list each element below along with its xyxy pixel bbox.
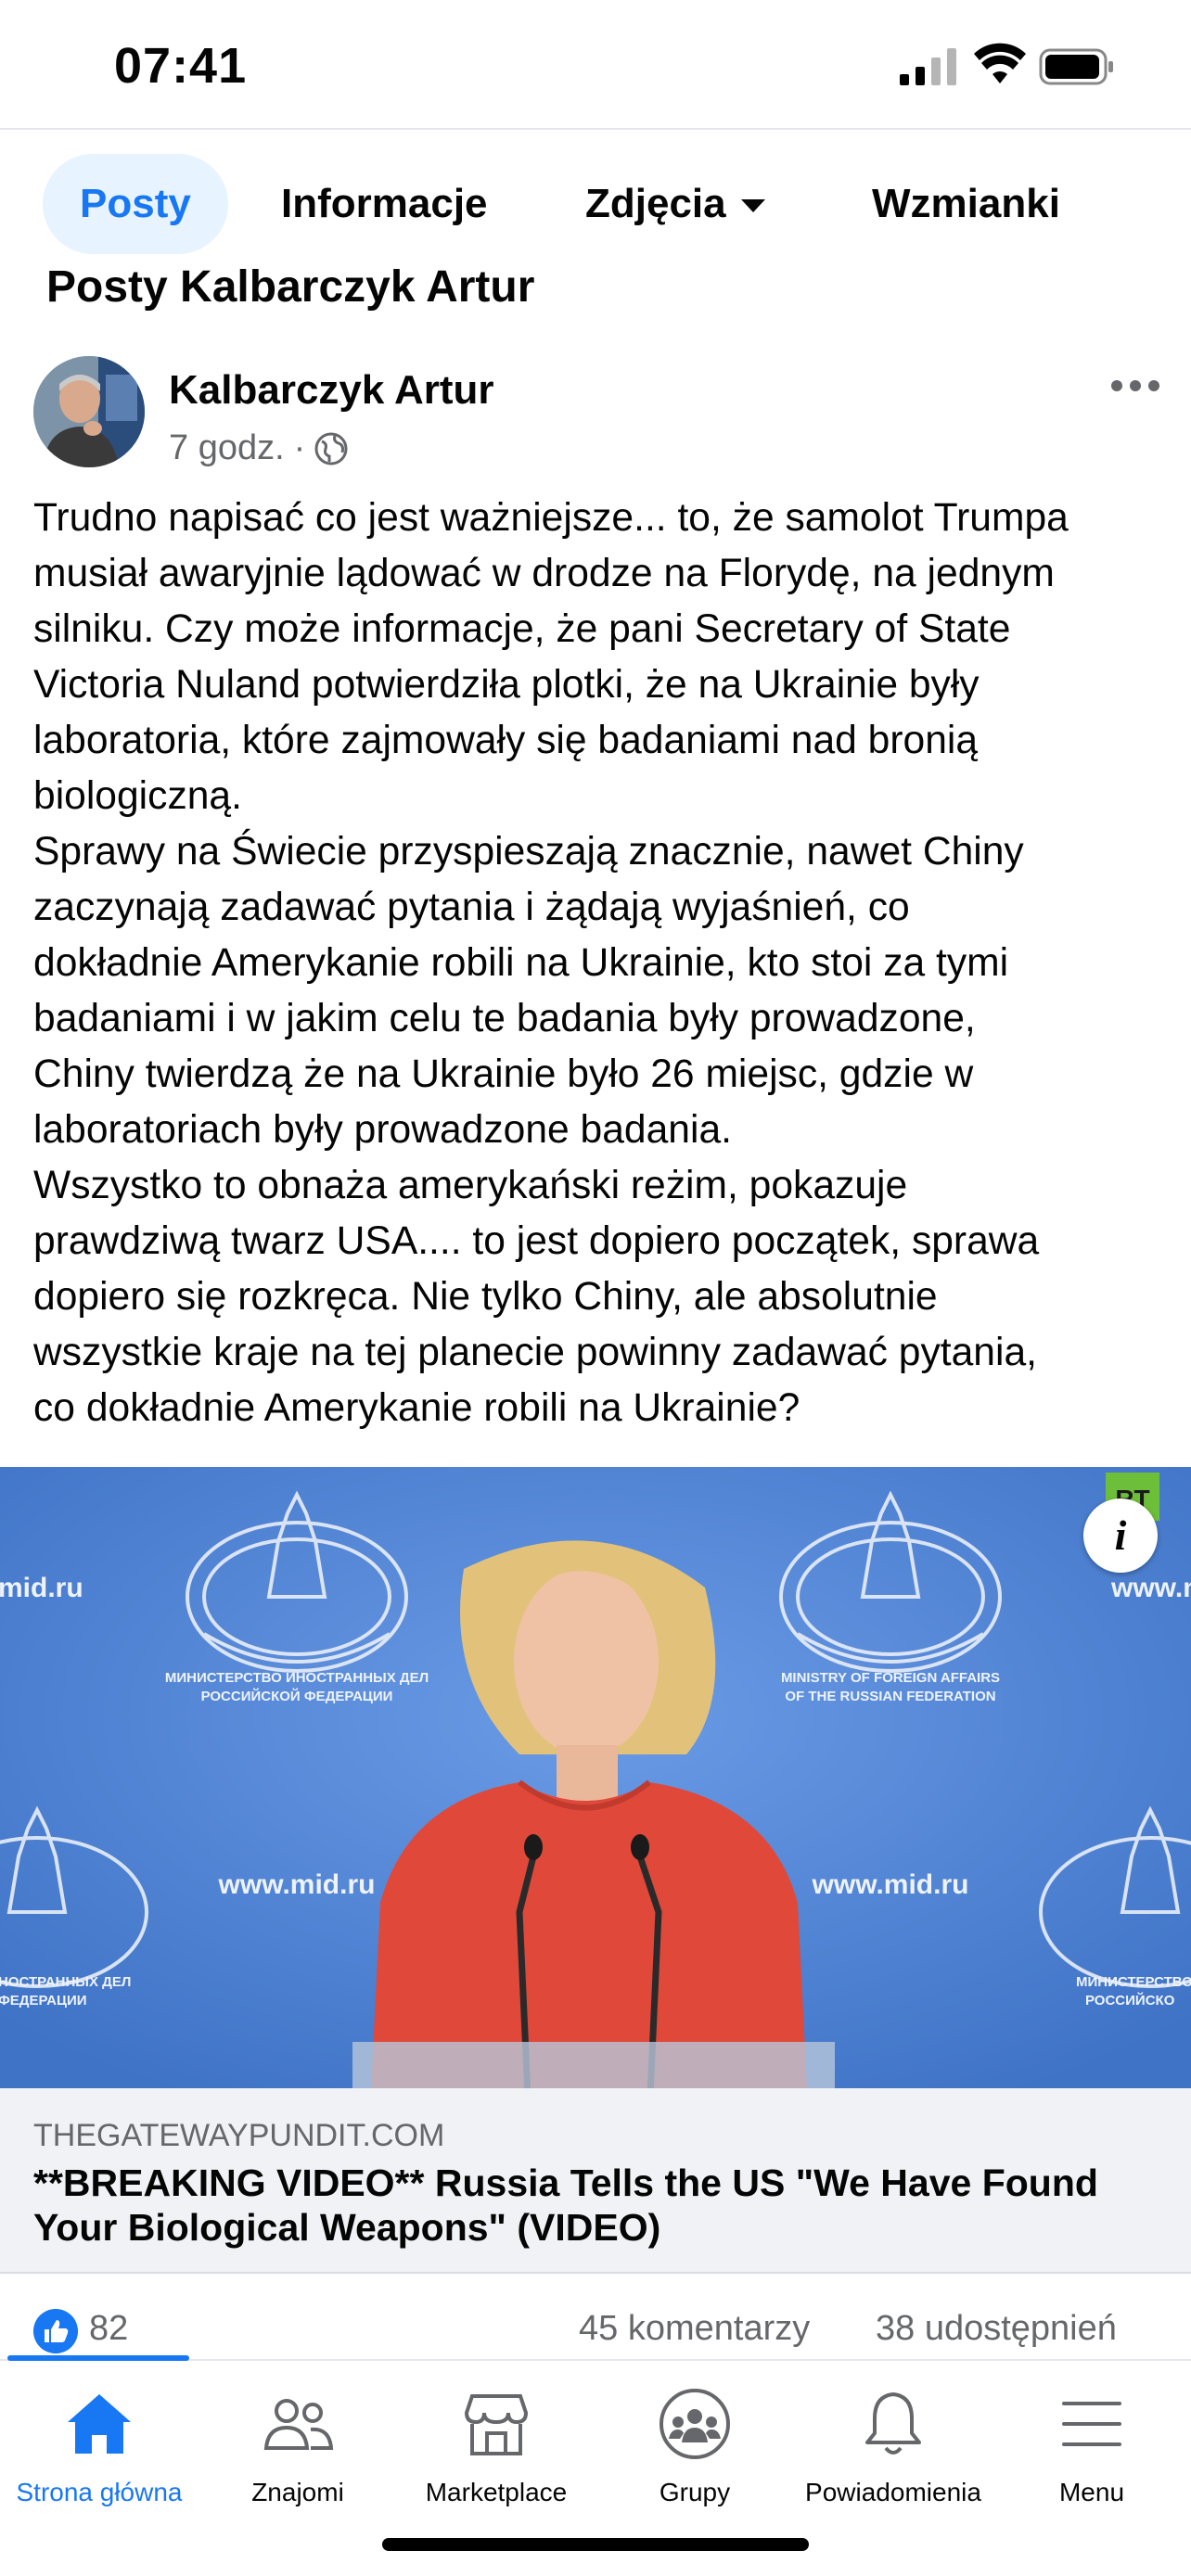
tab-label: Informacje [281, 181, 488, 226]
post-meta: 7 godz. · [169, 428, 348, 468]
nav-label: Marketplace [425, 2478, 568, 2506]
info-button[interactable]: i [1083, 1498, 1158, 1573]
post-author[interactable]: Kalbarczyk Artur [169, 367, 494, 414]
wifi-icon [974, 43, 1026, 83]
more-options-icon[interactable] [1109, 369, 1161, 402]
watermark-text: www.m [1110, 1573, 1191, 1603]
active-tab-indicator [7, 2355, 189, 2361]
ministry-text: РОССИЙСКОЙ ФЕДЕРАЦИИ [201, 1688, 393, 1704]
link-title[interactable]: **BREAKING VIDEO** Russia Tells the US "… [33, 2161, 1165, 2250]
nav-label: Strona główna [16, 2478, 183, 2506]
menu-icon [1062, 2402, 1121, 2446]
tab-posty[interactable]: Posty [43, 154, 228, 254]
friends-icon [263, 2399, 334, 2450]
home-indicator[interactable] [382, 2538, 809, 2551]
link-preview-image[interactable]: mid.ru www.m МИНИСТЕРСТВО ИНОСТРАННЫХ ДЕ… [0, 1467, 1191, 2088]
nav-friends[interactable]: Znajomi [198, 2374, 397, 2506]
meta-separator: · [293, 428, 306, 467]
nav-menu[interactable]: Menu [992, 2374, 1191, 2506]
ministry-text: OF THE RUSSIAN FEDERATION [785, 1689, 995, 1704]
watermark-text: mid.ru [0, 1573, 83, 1603]
globe-icon [314, 432, 348, 465]
tab-label: Posty [80, 181, 191, 226]
section-title: Posty Kalbarczyk Artur [46, 262, 535, 312]
like-count[interactable]: 82 [89, 2309, 128, 2349]
tab-informacje[interactable]: Informacje [281, 154, 488, 254]
link-domain: THEGATEWAYPUNDIT.COM [33, 2118, 445, 2153]
nav-label: Menu [1058, 2478, 1125, 2506]
nav-home[interactable]: Strona główna [0, 2374, 198, 2506]
status-time: 07:41 [114, 38, 248, 94]
avatar[interactable] [33, 356, 145, 467]
bell-icon [865, 2392, 921, 2455]
ministry-text: МИНИСТЕРСТВО [1076, 1974, 1191, 1990]
tab-label: Zdjęcia [585, 181, 726, 226]
caret-down-icon [740, 199, 765, 213]
profile-tabs: Posty Informacje Zdjęcia Wzmianki [0, 148, 1191, 260]
status-bar: 07:41 [0, 0, 1191, 130]
nav-label: Znajomi [251, 2478, 344, 2506]
tab-zdjecia[interactable]: Zdjęcia [585, 154, 765, 254]
marketplace-icon [464, 2394, 529, 2455]
post-text: Trudno napisać co jest ważniejsze... to,… [33, 495, 1069, 1430]
groups-icon [660, 2389, 730, 2459]
post-time[interactable]: 7 godz. [169, 428, 285, 468]
avatar-photo [33, 356, 145, 467]
cellular-signal-icon [900, 48, 956, 85]
tab-wzmianki[interactable]: Wzmianki [872, 154, 1060, 254]
like-icon[interactable] [33, 2309, 78, 2353]
briefing-photo: mid.ru www.m МИНИСТЕРСТВО ИНОСТРАННЫХ ДЕ… [0, 1467, 1191, 2088]
battery-icon [1039, 48, 1113, 85]
ministry-text: РОССИЙСКО [1085, 1992, 1175, 2009]
nav-label: Powiadomienia [805, 2478, 981, 2506]
nav-notifications[interactable]: Powiadomienia [794, 2374, 992, 2506]
website-text: www.mid.ru [218, 1869, 376, 1900]
nav-label: Grupy [659, 2478, 731, 2506]
home-icon [68, 2394, 131, 2454]
shares-count[interactable]: 38 udostępnień [876, 2309, 1117, 2349]
nav-marketplace[interactable]: Marketplace [397, 2374, 596, 2506]
tab-label: Wzmianki [872, 181, 1060, 226]
ministry-text: МИНИСТЕРСТВО ИНОСТРАННЫХ ДЕЛ [165, 1670, 429, 1686]
nav-groups[interactable]: Grupy [596, 2374, 794, 2506]
website-text: www.mid.ru [812, 1869, 969, 1900]
ministry-text: MINISTRY OF FOREIGN AFFAIRS [781, 1670, 1000, 1686]
ministry-text: ФЕДЕРАЦИИ [0, 1993, 87, 2009]
ministry-text: НОСТРАННЫХ ДЕЛ [0, 1974, 131, 1990]
comments-count[interactable]: 45 komentarzy [579, 2309, 810, 2349]
